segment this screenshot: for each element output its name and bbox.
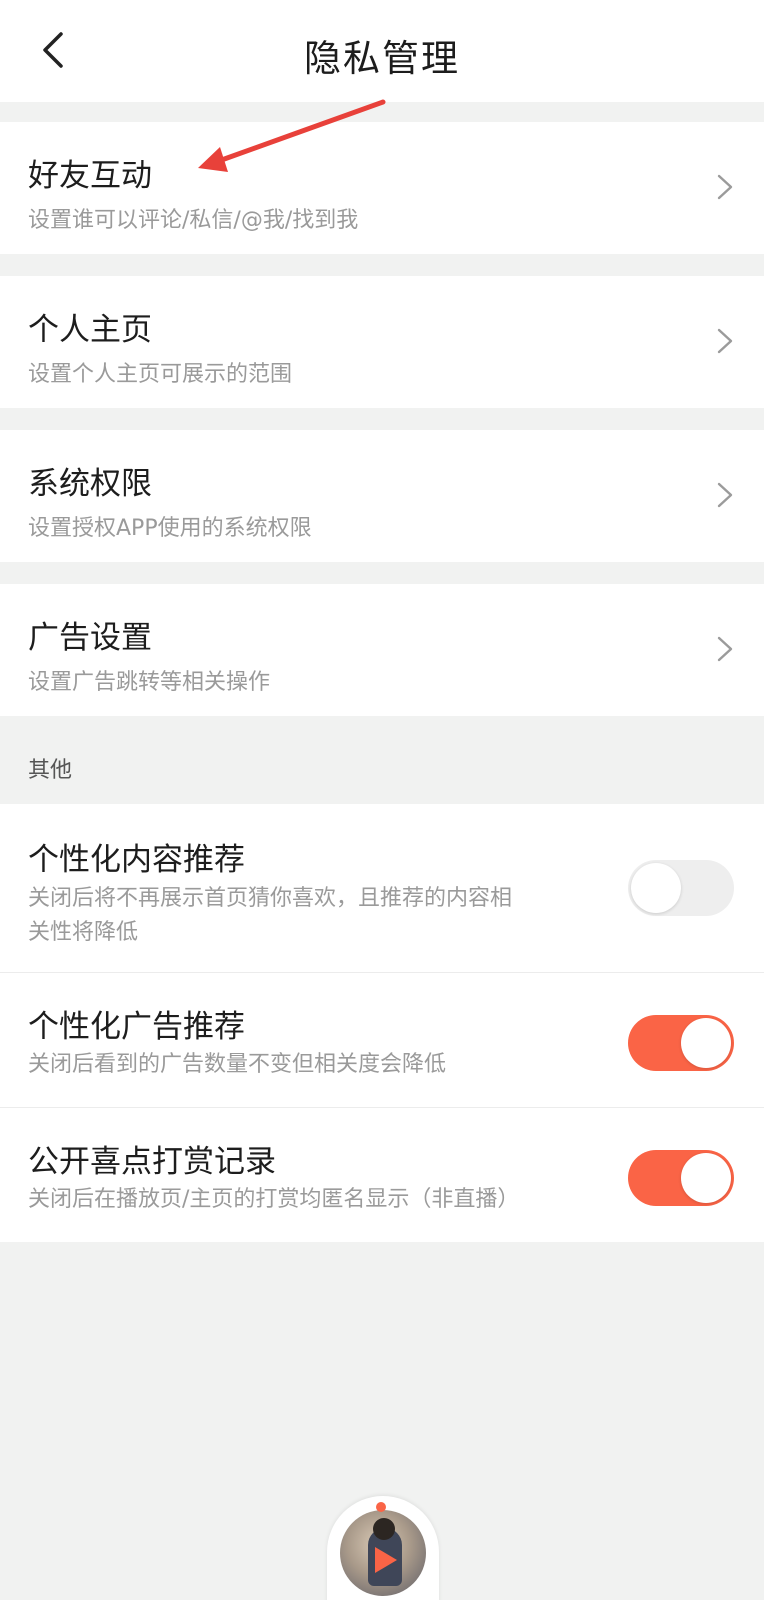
- row-title: 个性化内容推荐: [28, 842, 245, 878]
- privacy-settings-page: 隐私管理 好友互动 设置谁可以评论/私信/@我/找到我 个人主页 设置个人主页可…: [0, 0, 764, 1600]
- toggle-knob: [681, 1153, 731, 1203]
- row-subtitle: 关闭后看到的广告数量不变但相关度会降低: [28, 1052, 447, 1077]
- toggle-settings-group: 个性化内容推荐 关闭后将不再展示首页猜你喜欢，且推荐的内容相 关性将降低 个性化…: [0, 804, 764, 1242]
- row-subtitle: 设置个人主页可展示的范围: [28, 362, 293, 387]
- personal-homepage-row[interactable]: 个人主页 设置个人主页可展示的范围: [0, 276, 764, 408]
- toggle-knob: [631, 863, 681, 913]
- row-subtitle: 设置谁可以评论/私信/@我/找到我: [28, 208, 359, 233]
- chevron-right-icon: [717, 482, 733, 508]
- row-title: 个人主页: [28, 312, 152, 348]
- row-title: 个性化广告推荐: [28, 1009, 245, 1045]
- personalized-content-row: 个性化内容推荐 关闭后将不再展示首页猜你喜欢，且推荐的内容相 关性将降低: [0, 804, 764, 972]
- mini-player-button[interactable]: [327, 1496, 439, 1600]
- row-subtitle: 关闭后在播放页/主页的打赏均匿名显示（非直播）: [28, 1187, 520, 1212]
- personalized-ads-row: 个性化广告推荐 关闭后看到的广告数量不变但相关度会降低: [0, 973, 764, 1107]
- player-avatar: [340, 1510, 426, 1596]
- row-subtitle-line1: 关闭后将不再展示首页猜你喜欢，且推荐的内容相: [28, 886, 513, 911]
- ad-settings-row[interactable]: 广告设置 设置广告跳转等相关操作: [0, 584, 764, 716]
- personalized-content-toggle[interactable]: [628, 860, 734, 916]
- row-subtitle: 设置广告跳转等相关操作: [28, 670, 271, 695]
- personalized-ads-toggle[interactable]: [628, 1015, 734, 1071]
- avatar-head: [373, 1518, 395, 1540]
- red-arrow-annotation: [198, 99, 386, 172]
- system-permissions-row[interactable]: 系统权限 设置授权APP使用的系统权限: [0, 430, 764, 562]
- notification-dot: [376, 1502, 386, 1512]
- row-title: 公开喜点打赏记录: [28, 1144, 276, 1180]
- toggle-knob: [681, 1018, 731, 1068]
- row-title: 广告设置: [28, 620, 152, 656]
- row-subtitle: 设置授权APP使用的系统权限: [28, 516, 312, 541]
- row-title: 系统权限: [28, 466, 152, 502]
- section-header-other: 其他: [28, 758, 73, 783]
- chevron-right-icon: [717, 636, 733, 662]
- play-icon: [375, 1547, 397, 1573]
- chevron-right-icon: [717, 328, 733, 354]
- public-tip-records-toggle[interactable]: [628, 1150, 734, 1206]
- public-tip-records-row: 公开喜点打赏记录 关闭后在播放页/主页的打赏均匿名显示（非直播）: [0, 1108, 764, 1242]
- row-subtitle-line2: 关性将降低: [28, 920, 139, 945]
